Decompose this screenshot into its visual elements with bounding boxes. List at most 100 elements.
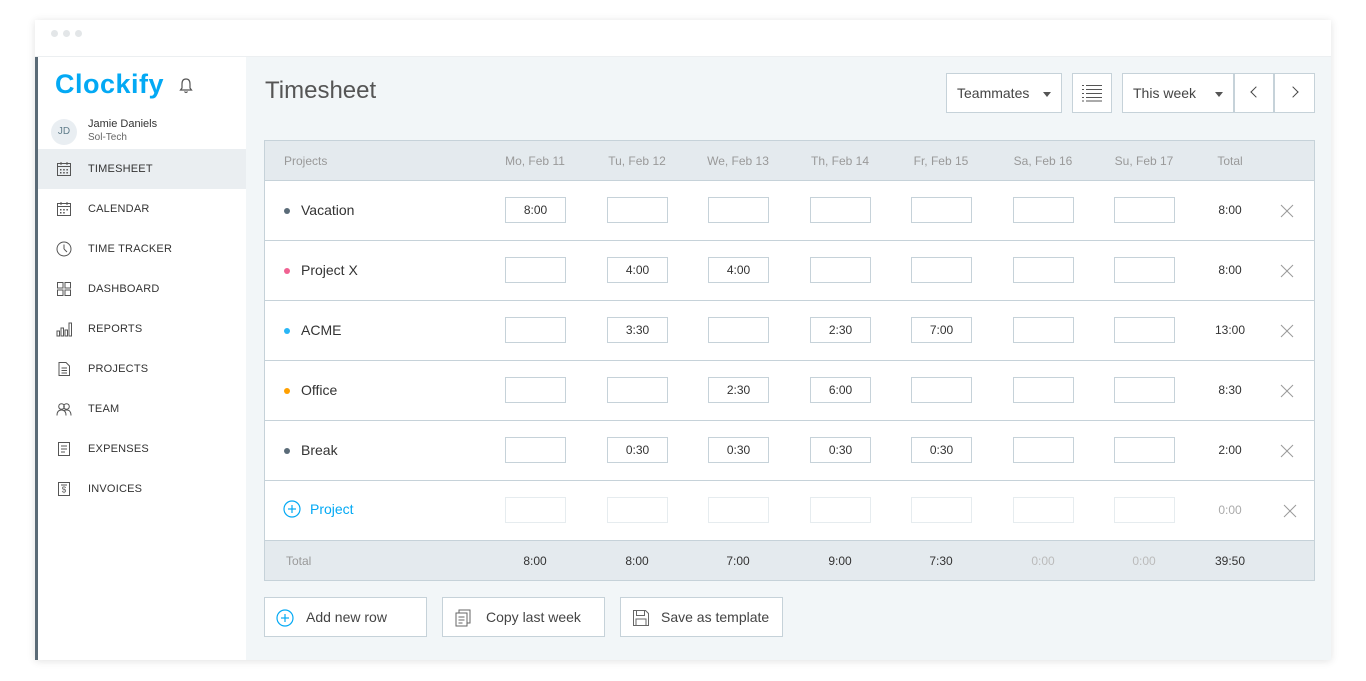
project-name[interactable]: Office <box>301 382 337 398</box>
footer-total-label: Total <box>286 554 312 568</box>
time-entry-input[interactable] <box>505 437 566 463</box>
time-entry-input[interactable] <box>708 317 769 343</box>
list-icon <box>1082 85 1102 102</box>
time-entry-input[interactable]: 8:00 <box>505 197 566 223</box>
time-entry-input[interactable] <box>1114 197 1175 223</box>
close-icon[interactable] <box>1280 324 1294 338</box>
teammates-label: Teammates <box>957 85 1030 101</box>
column-header-day: Fr, Feb 15 <box>913 154 969 168</box>
close-icon[interactable] <box>1280 444 1294 458</box>
time-entry-input[interactable]: 0:30 <box>708 437 769 463</box>
time-entry-input[interactable] <box>1013 257 1074 283</box>
time-entry-input[interactable] <box>1013 497 1074 523</box>
time-entry-input[interactable]: 7:00 <box>911 317 972 343</box>
close-icon[interactable] <box>1283 504 1297 518</box>
time-entry-input[interactable] <box>810 257 871 283</box>
add-new-row-label: Add new row <box>306 609 387 625</box>
time-entry-input[interactable]: 2:30 <box>708 377 769 403</box>
sidebar-item-expenses[interactable]: EXPENSES <box>38 429 246 469</box>
row-total: 8:00 <box>1218 263 1242 277</box>
teammates-dropdown[interactable]: Teammates <box>946 73 1062 113</box>
time-entry-input[interactable] <box>911 497 972 523</box>
time-entry-input[interactable] <box>708 497 769 523</box>
time-entry-input[interactable] <box>607 197 668 223</box>
time-entry-input[interactable]: 3:30 <box>607 317 668 343</box>
svg-text:$: $ <box>62 486 67 495</box>
time-entry-input[interactable] <box>911 197 972 223</box>
close-icon[interactable] <box>1280 204 1294 218</box>
sidebar-item-invoices[interactable]: $ INVOICES <box>38 469 246 509</box>
time-entry-input[interactable] <box>607 377 668 403</box>
time-entry-input[interactable] <box>1114 257 1175 283</box>
add-new-row-button[interactable]: Add new row <box>264 597 427 637</box>
close-icon[interactable] <box>1280 264 1294 278</box>
table-footer: Total 8:00 8:00 7:00 9:00 7:30 0:00 0:00 39:50 <box>265 541 1314 580</box>
sidebar-item-time-tracker[interactable]: TIME TRACKER <box>38 229 246 269</box>
table-row: Office 2:30 6:00 8:30 <box>265 361 1314 421</box>
copy-last-week-button[interactable]: Copy last week <box>442 597 605 637</box>
sidebar-item-team[interactable]: TEAM <box>38 389 246 429</box>
chevron-left-icon <box>1250 86 1262 98</box>
project-name[interactable]: Project X <box>301 262 358 278</box>
time-entry-input[interactable] <box>810 197 871 223</box>
time-entry-input[interactable] <box>911 257 972 283</box>
time-entry-input[interactable]: 0:30 <box>911 437 972 463</box>
time-entry-input[interactable] <box>911 377 972 403</box>
bell-icon[interactable] <box>178 77 194 95</box>
row-total: 2:00 <box>1218 443 1242 457</box>
time-entry-input[interactable] <box>1013 197 1074 223</box>
list-view-button[interactable] <box>1072 73 1112 113</box>
project-name[interactable]: Vacation <box>301 202 354 218</box>
sidebar-item-timesheet[interactable]: TIMESHEET <box>38 149 246 189</box>
time-entry-input[interactable] <box>1013 437 1074 463</box>
plus-circle-icon <box>276 609 294 627</box>
add-project-button[interactable]: Project <box>283 500 354 518</box>
sidebar-item-reports[interactable]: REPORTS <box>38 309 246 349</box>
time-entry-input[interactable] <box>1013 317 1074 343</box>
column-header-day: Th, Feb 14 <box>810 154 870 168</box>
time-entry-input[interactable] <box>1114 317 1175 343</box>
time-entry-input[interactable] <box>505 257 566 283</box>
project-color-dot <box>284 388 290 394</box>
time-entry-input[interactable]: 2:30 <box>810 317 871 343</box>
time-entry-input[interactable]: 0:30 <box>810 437 871 463</box>
time-entry-input[interactable]: 0:30 <box>607 437 668 463</box>
time-entry-input[interactable] <box>505 317 566 343</box>
sidebar-item-label: TEAM <box>88 403 120 415</box>
time-entry-input[interactable]: 4:00 <box>708 257 769 283</box>
time-entry-input[interactable]: 4:00 <box>607 257 668 283</box>
sidebar-item-projects[interactable]: PROJECTS <box>38 349 246 389</box>
app-logo[interactable]: Clockify <box>55 69 164 100</box>
table-row: ACME 3:30 2:30 7:00 13:00 <box>265 301 1314 361</box>
sidebar-item-label: DASHBOARD <box>88 283 160 295</box>
time-entry-input[interactable] <box>1114 497 1175 523</box>
time-entry-input[interactable] <box>1114 377 1175 403</box>
close-icon[interactable] <box>1280 384 1294 398</box>
window-dot <box>51 30 58 37</box>
sidebar-item-calendar[interactable]: CALENDAR <box>38 189 246 229</box>
week-selector[interactable]: This week <box>1122 73 1234 113</box>
save-as-template-button[interactable]: Save as template <box>620 597 783 637</box>
projects-icon <box>58 362 70 376</box>
time-entry-input[interactable] <box>505 377 566 403</box>
sidebar-item-dashboard[interactable]: DASHBOARD <box>38 269 246 309</box>
time-entry-input[interactable] <box>708 197 769 223</box>
time-entry-input[interactable] <box>505 497 566 523</box>
time-entry-input[interactable] <box>607 497 668 523</box>
next-week-button[interactable] <box>1274 73 1315 113</box>
day-total: 8:00 <box>625 554 649 568</box>
project-name[interactable]: ACME <box>301 322 341 338</box>
time-entry-input[interactable] <box>1013 377 1074 403</box>
day-total: 0:00 <box>1031 554 1055 568</box>
time-entry-input[interactable]: 6:00 <box>810 377 871 403</box>
project-name[interactable]: Break <box>301 442 338 458</box>
previous-week-button[interactable] <box>1234 73 1274 113</box>
sidebar-item-label: TIMESHEET <box>88 163 153 175</box>
team-icon <box>56 403 72 416</box>
time-entry-input[interactable] <box>810 497 871 523</box>
chevron-right-icon <box>1287 86 1299 98</box>
time-entry-input[interactable] <box>1114 437 1175 463</box>
page-title: Timesheet <box>265 77 377 104</box>
add-project-row: Project 0:00 <box>265 481 1314 541</box>
day-total: 8:00 <box>523 554 547 568</box>
